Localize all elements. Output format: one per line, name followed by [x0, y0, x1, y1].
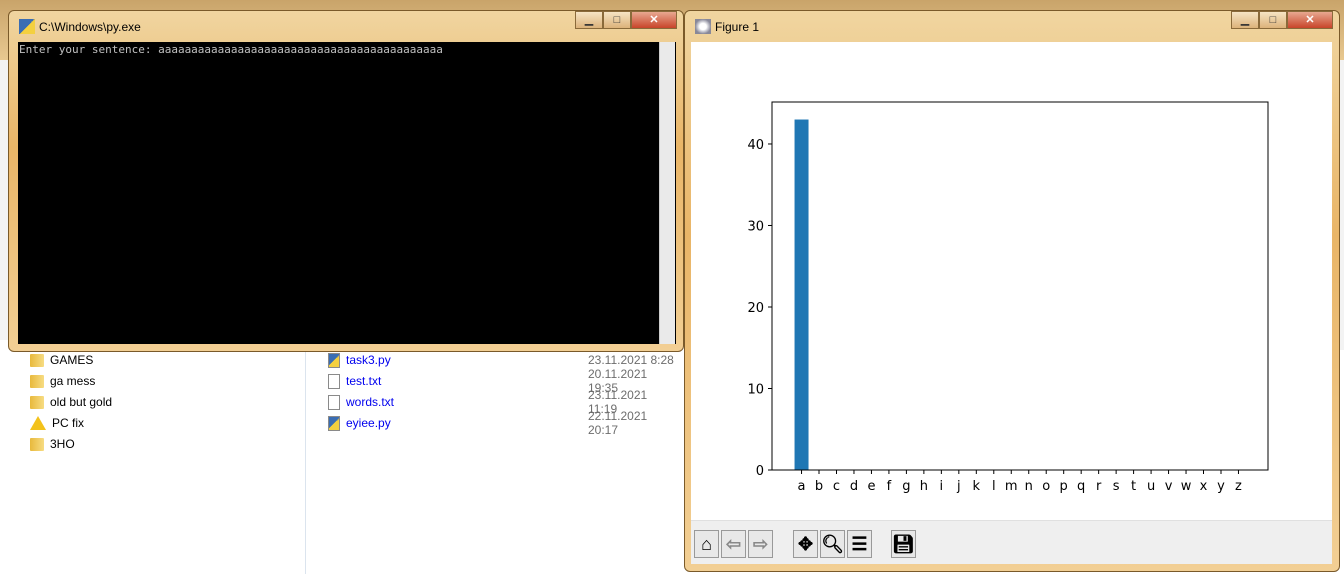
save-icon[interactable]: 💾︎: [891, 530, 916, 558]
x-tick-label: a: [798, 479, 806, 494]
nav-item-label: PC fix: [52, 416, 85, 430]
console-scrollbar[interactable]: [659, 42, 675, 344]
x-tick-label: j: [956, 479, 961, 494]
nav-item[interactable]: 3HO: [30, 434, 75, 454]
file-name: words.txt: [346, 395, 395, 409]
matplotlib-icon: [695, 19, 711, 34]
nav-item[interactable]: old but gold: [30, 392, 112, 412]
figure-window: Figure 1 ▁ □ ✕ abcdefghijklmnopqrstuvwxy…: [684, 10, 1340, 572]
folder-icon: [30, 395, 44, 409]
x-tick-label: b: [815, 479, 823, 494]
x-tick-label: t: [1131, 479, 1136, 494]
nav-item[interactable]: GAMES: [30, 350, 93, 370]
maximize-button[interactable]: □: [1259, 11, 1287, 29]
pane-divider[interactable]: [305, 340, 306, 574]
file-row[interactable]: eyiee.py 22.11.2021 20:17: [328, 409, 678, 437]
figure-canvas[interactable]: a b c d e f g h i j k l m n o p q r s t u v w x y z 0 10 20 30 40: [691, 42, 1332, 520]
close-button[interactable]: ✕: [1287, 11, 1333, 29]
x-tick-label: f: [887, 479, 892, 494]
x-tick-label: d: [850, 479, 858, 494]
x-tick-label: r: [1096, 479, 1102, 494]
zoom-icon[interactable]: 🔍︎: [820, 530, 845, 558]
folder-icon: [30, 374, 44, 388]
console-title: C:\Windows\py.exe: [39, 20, 141, 34]
nav-item-label: GAMES: [50, 353, 94, 367]
bar-a: [794, 119, 809, 471]
x-tick-label: h: [920, 479, 928, 494]
x-tick-label: e: [867, 479, 875, 494]
x-tick-label: u: [1147, 479, 1155, 494]
x-tick-label: m: [1005, 479, 1018, 494]
console-text: Enter your sentence: aaaaaaaaaaaaaaaaaaa…: [19, 43, 443, 56]
nav-item-label: old but gold: [50, 395, 113, 409]
x-tick-label: l: [992, 479, 996, 494]
file-explorer: GAMES ga mess old but gold PC fix 3HO task3.…: [0, 340, 690, 574]
pan-icon[interactable]: ✥: [793, 530, 818, 558]
y-tick-label: 10: [747, 382, 764, 397]
x-tick-label: q: [1077, 479, 1085, 494]
x-tick-label: w: [1181, 479, 1192, 494]
maximize-button[interactable]: □: [603, 11, 631, 29]
file-name: test.txt: [346, 374, 382, 388]
python-icon: [19, 19, 35, 34]
bar-chart: a b c d e f g h i j k l m n o p q r s t u v w x y z 0 10 20 30 40: [747, 101, 1269, 494]
y-tick-label: 40: [747, 138, 764, 153]
file-name: eyiee.py: [346, 416, 391, 430]
axes-frame: [771, 101, 1269, 471]
text-file-icon: [328, 373, 340, 389]
x-tick-label: p: [1060, 479, 1068, 494]
warning-icon: [30, 416, 46, 430]
folder-icon: [30, 437, 44, 451]
configure-subplots-icon[interactable]: ☰: [847, 530, 872, 558]
x-tick-label: n: [1025, 479, 1033, 494]
python-file-icon: [328, 415, 340, 431]
x-tick-label: y: [1217, 479, 1225, 494]
y-tick-label: 30: [747, 219, 764, 234]
close-button[interactable]: ✕: [631, 11, 677, 29]
console-output[interactable]: Enter your sentence: aaaaaaaaaaaaaaaaaaa…: [18, 42, 676, 344]
x-tick-label: i: [940, 479, 944, 494]
minimize-button[interactable]: ▁: [1231, 11, 1259, 29]
folder-icon: [30, 353, 44, 367]
nav-item[interactable]: ga mess: [30, 371, 95, 391]
y-tick-label: 0: [756, 464, 764, 479]
figure-title: Figure 1: [715, 20, 760, 34]
python-file-icon: [328, 352, 340, 368]
text-file-icon: [328, 394, 340, 410]
x-tick-label: g: [902, 479, 910, 494]
y-tick-label: 20: [747, 301, 764, 316]
x-tick-label: c: [833, 479, 840, 494]
home-icon[interactable]: ⌂: [694, 530, 719, 558]
x-tick-label: s: [1113, 479, 1120, 494]
x-tick-label: z: [1235, 479, 1242, 494]
x-tick-label: o: [1042, 479, 1050, 494]
file-date: 23.11.2021 8:28: [588, 353, 674, 367]
x-tick-label: k: [973, 479, 981, 494]
minimize-button[interactable]: ▁: [575, 11, 603, 29]
nav-item-label: ga mess: [50, 374, 96, 388]
forward-icon[interactable]: ⇨: [748, 530, 773, 558]
nav-item-label: 3HO: [50, 437, 75, 451]
file-name: task3.py: [346, 353, 391, 367]
x-tick-label: x: [1200, 479, 1208, 494]
x-tick-label: v: [1165, 479, 1173, 494]
navigation-toolbar: ⌂ ⇦ ⇨ ✥ 🔍︎ ☰ 💾︎: [691, 520, 1332, 564]
file-date: 22.11.2021 20:17: [588, 409, 648, 437]
back-icon[interactable]: ⇦: [721, 530, 746, 558]
nav-item[interactable]: PC fix: [30, 413, 84, 433]
console-window: C:\Windows\py.exe ▁ □ ✕ Enter your sente…: [8, 10, 684, 352]
